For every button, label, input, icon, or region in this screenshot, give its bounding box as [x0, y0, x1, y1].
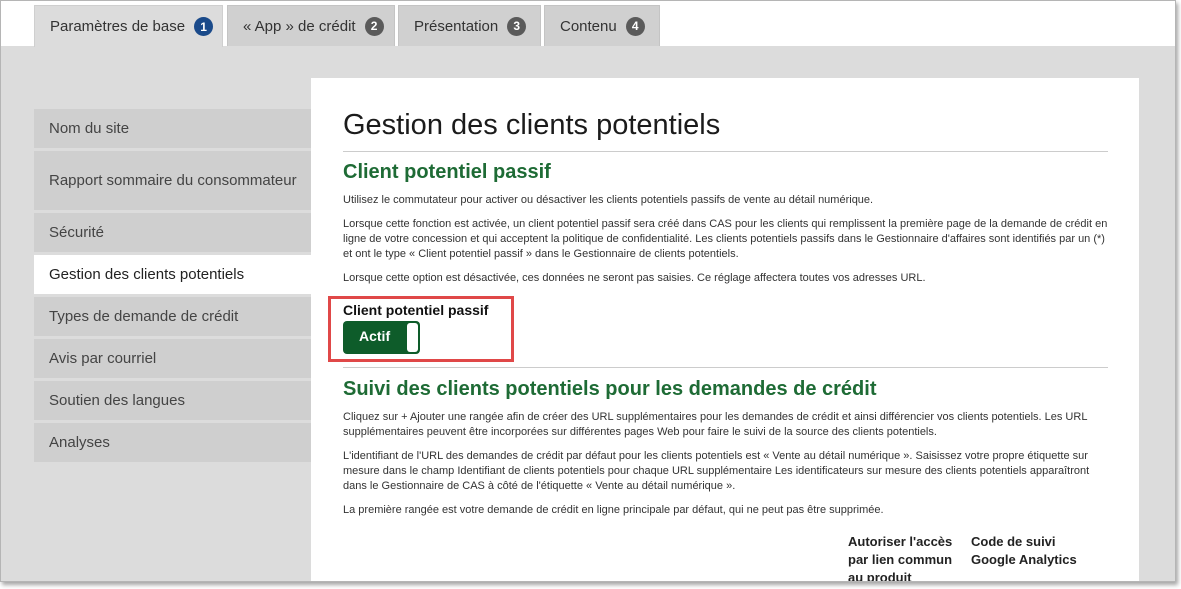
sidebar-item-types-demande-credit[interactable]: Types de demande de crédit — [34, 297, 312, 336]
highlight-box: Client potentiel passif Actif — [328, 296, 514, 362]
tab-label: « App » de crédit — [243, 17, 356, 35]
column-header-google-analytics: Code de suivi Google Analytics — [971, 534, 1077, 567]
tab-label: Paramètres de base — [50, 18, 186, 35]
sidebar-item-nom-du-site[interactable]: Nom du site — [34, 109, 312, 148]
toggle-label: Client potentiel passif — [343, 302, 489, 318]
sidebar-item-soutien-des-langues[interactable]: Soutien des langues — [34, 381, 312, 420]
sidebar-item-avis-par-courriel[interactable]: Avis par courriel — [34, 339, 312, 378]
tab-step-badge: 2 — [364, 16, 384, 36]
toggle-state-text: Actif — [359, 328, 391, 344]
tab-bar: Paramètres de base 1 « App » de crédit 2… — [1, 1, 1175, 47]
tab-step-badge: 4 — [625, 16, 645, 36]
sidebar: Nom du site Rapport sommaire du consomma… — [34, 109, 312, 465]
tracking-first-row-note: La première rangée est votre demande de … — [343, 504, 884, 516]
tab-contenu[interactable]: Contenu 4 — [544, 5, 660, 46]
sidebar-item-analyses[interactable]: Analyses — [34, 423, 312, 462]
page-title: Gestion des clients potentiels — [343, 109, 1108, 152]
app-frame: Paramètres de base 1 « App » de crédit 2… — [0, 0, 1176, 582]
tab-label: Contenu — [560, 17, 617, 35]
tab-label: Présentation — [414, 17, 499, 35]
tab-app-de-credit[interactable]: « App » de crédit 2 — [227, 5, 395, 46]
tab-step-badge: 3 — [507, 16, 527, 36]
sidebar-item-gestion-clients-potentiels[interactable]: Gestion des clients potentiels — [34, 255, 312, 294]
passive-lead-description: Utilisez le commutateur pour activer ou … — [343, 194, 874, 206]
main-content: Gestion des clients potentiels Client po… — [311, 78, 1139, 582]
passive-lead-heading: Client potentiel passif — [343, 161, 551, 183]
tracking-heading: Suivi des clients potentiels pour les de… — [343, 378, 877, 400]
tab-parametres-de-base[interactable]: Paramètres de base 1 — [34, 5, 223, 47]
sidebar-item-rapport-sommaire[interactable]: Rapport sommaire du consommateur — [34, 151, 312, 210]
passive-lead-toggle[interactable]: Actif — [343, 321, 420, 354]
sidebar-item-securite[interactable]: Sécurité — [34, 213, 312, 252]
passive-lead-disabled-note: Lorsque cette option est désactivée, ces… — [343, 272, 926, 284]
tracking-default-id-note: L'identifiant de l'URL des demandes de c… — [343, 450, 1090, 492]
column-header-common-link-access: Autoriser l'accès par lien commun au pro… — [848, 534, 953, 582]
toggle-knob — [407, 323, 418, 352]
passive-lead-explanation: Lorsque cette fonction est activée, un c… — [343, 218, 1108, 260]
tracking-section: Suivi des clients potentiels pour les de… — [343, 367, 1108, 518]
tab-step-badge: 1 — [194, 17, 214, 36]
section-divider — [343, 367, 1108, 368]
tracking-description: Cliquez sur + Ajouter une rangée afin de… — [343, 411, 1088, 438]
tab-presentation[interactable]: Présentation 3 — [398, 5, 541, 46]
